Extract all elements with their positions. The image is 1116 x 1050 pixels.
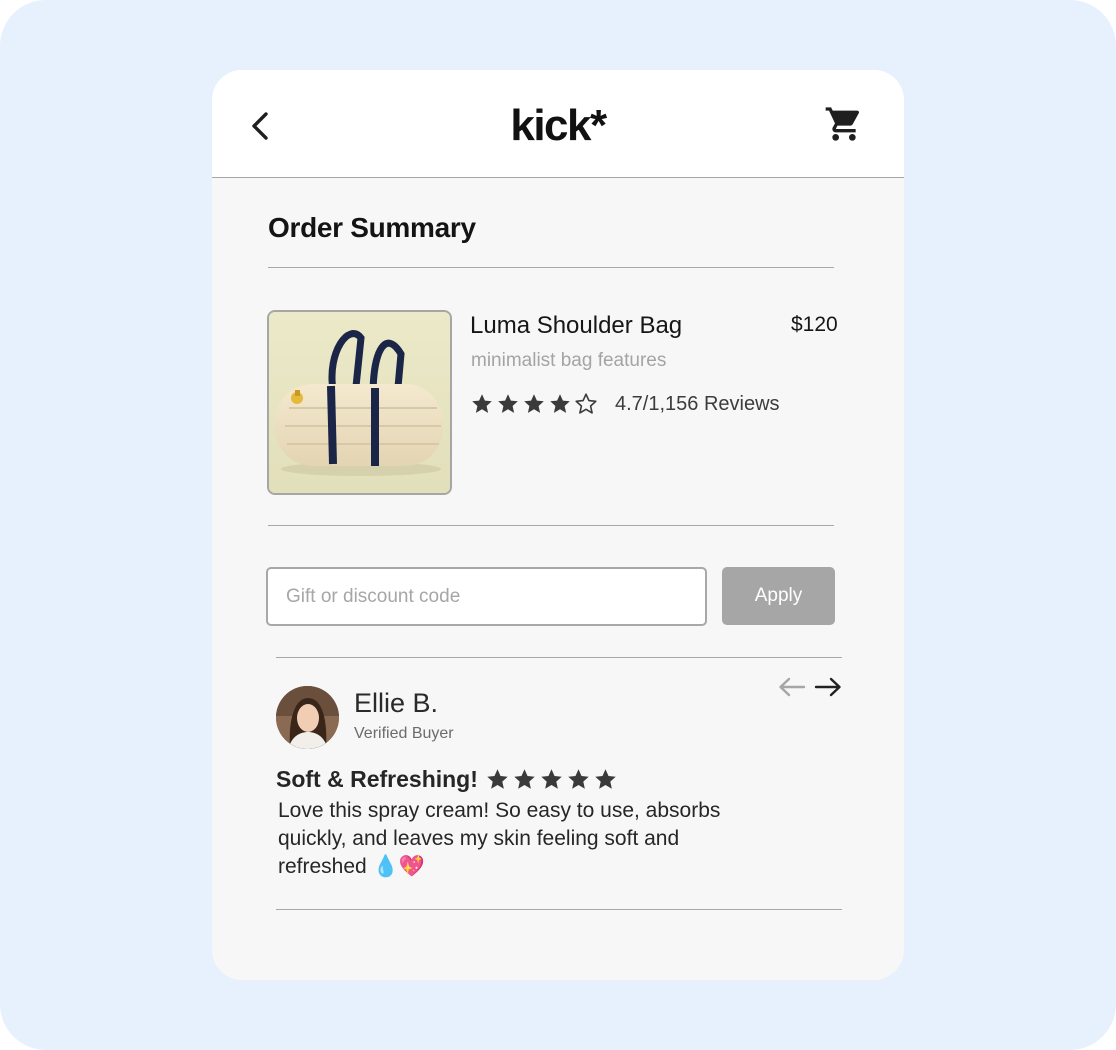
star-filled-icon bbox=[568, 768, 589, 789]
product-rating: 4.7/1,156 Reviews bbox=[470, 392, 780, 416]
product-description: minimalist bag features bbox=[471, 350, 667, 371]
duffel-bag-image bbox=[269, 312, 450, 493]
discount-code-input[interactable] bbox=[266, 567, 707, 626]
star-filled-icon bbox=[487, 768, 508, 789]
discount-divider bbox=[276, 657, 842, 658]
star-filled-icon bbox=[550, 394, 570, 413]
apply-button[interactable]: Apply bbox=[722, 567, 835, 625]
brand-logo[interactable]: kick* bbox=[212, 98, 904, 154]
rating-stars bbox=[470, 392, 598, 416]
product-price: $120 bbox=[791, 313, 838, 336]
star-filled-icon bbox=[595, 768, 616, 789]
avatar bbox=[276, 686, 339, 749]
shopping-cart-icon bbox=[825, 107, 860, 141]
review-divider bbox=[276, 909, 842, 910]
review-heading: Soft & Refreshing! bbox=[276, 764, 618, 794]
arrow-left-icon bbox=[779, 677, 806, 697]
review-title: Soft & Refreshing! bbox=[276, 765, 478, 792]
previous-review-button[interactable] bbox=[777, 675, 807, 699]
title-divider bbox=[268, 267, 834, 268]
star-filled-icon bbox=[541, 768, 562, 789]
user-avatar-icon bbox=[276, 686, 339, 749]
reviewer-name: Ellie B. bbox=[354, 688, 439, 718]
review-stars bbox=[485, 767, 618, 792]
next-review-button[interactable] bbox=[813, 675, 843, 699]
cart-button[interactable] bbox=[824, 104, 864, 144]
star-filled-icon bbox=[472, 394, 492, 413]
star-outline-icon bbox=[575, 393, 597, 414]
arrow-right-icon bbox=[814, 677, 841, 697]
page-title: Order Summary bbox=[268, 212, 476, 243]
rating-summary[interactable]: 4.7/1,156 Reviews bbox=[615, 393, 780, 416]
star-filled-icon bbox=[498, 394, 518, 413]
star-filled-icon bbox=[514, 768, 535, 789]
product-divider bbox=[268, 525, 834, 526]
verified-badge: Verified Buyer bbox=[354, 725, 454, 742]
product-image[interactable] bbox=[267, 310, 452, 495]
order-summary-card: kick* Order Summary Luma Shoulder Bag $1… bbox=[212, 70, 904, 980]
review-body: Love this spray cream! So easy to use, a… bbox=[278, 799, 721, 878]
app-header: kick* bbox=[212, 70, 904, 178]
star-filled-icon bbox=[524, 394, 544, 413]
product-name[interactable]: Luma Shoulder Bag bbox=[470, 312, 682, 340]
